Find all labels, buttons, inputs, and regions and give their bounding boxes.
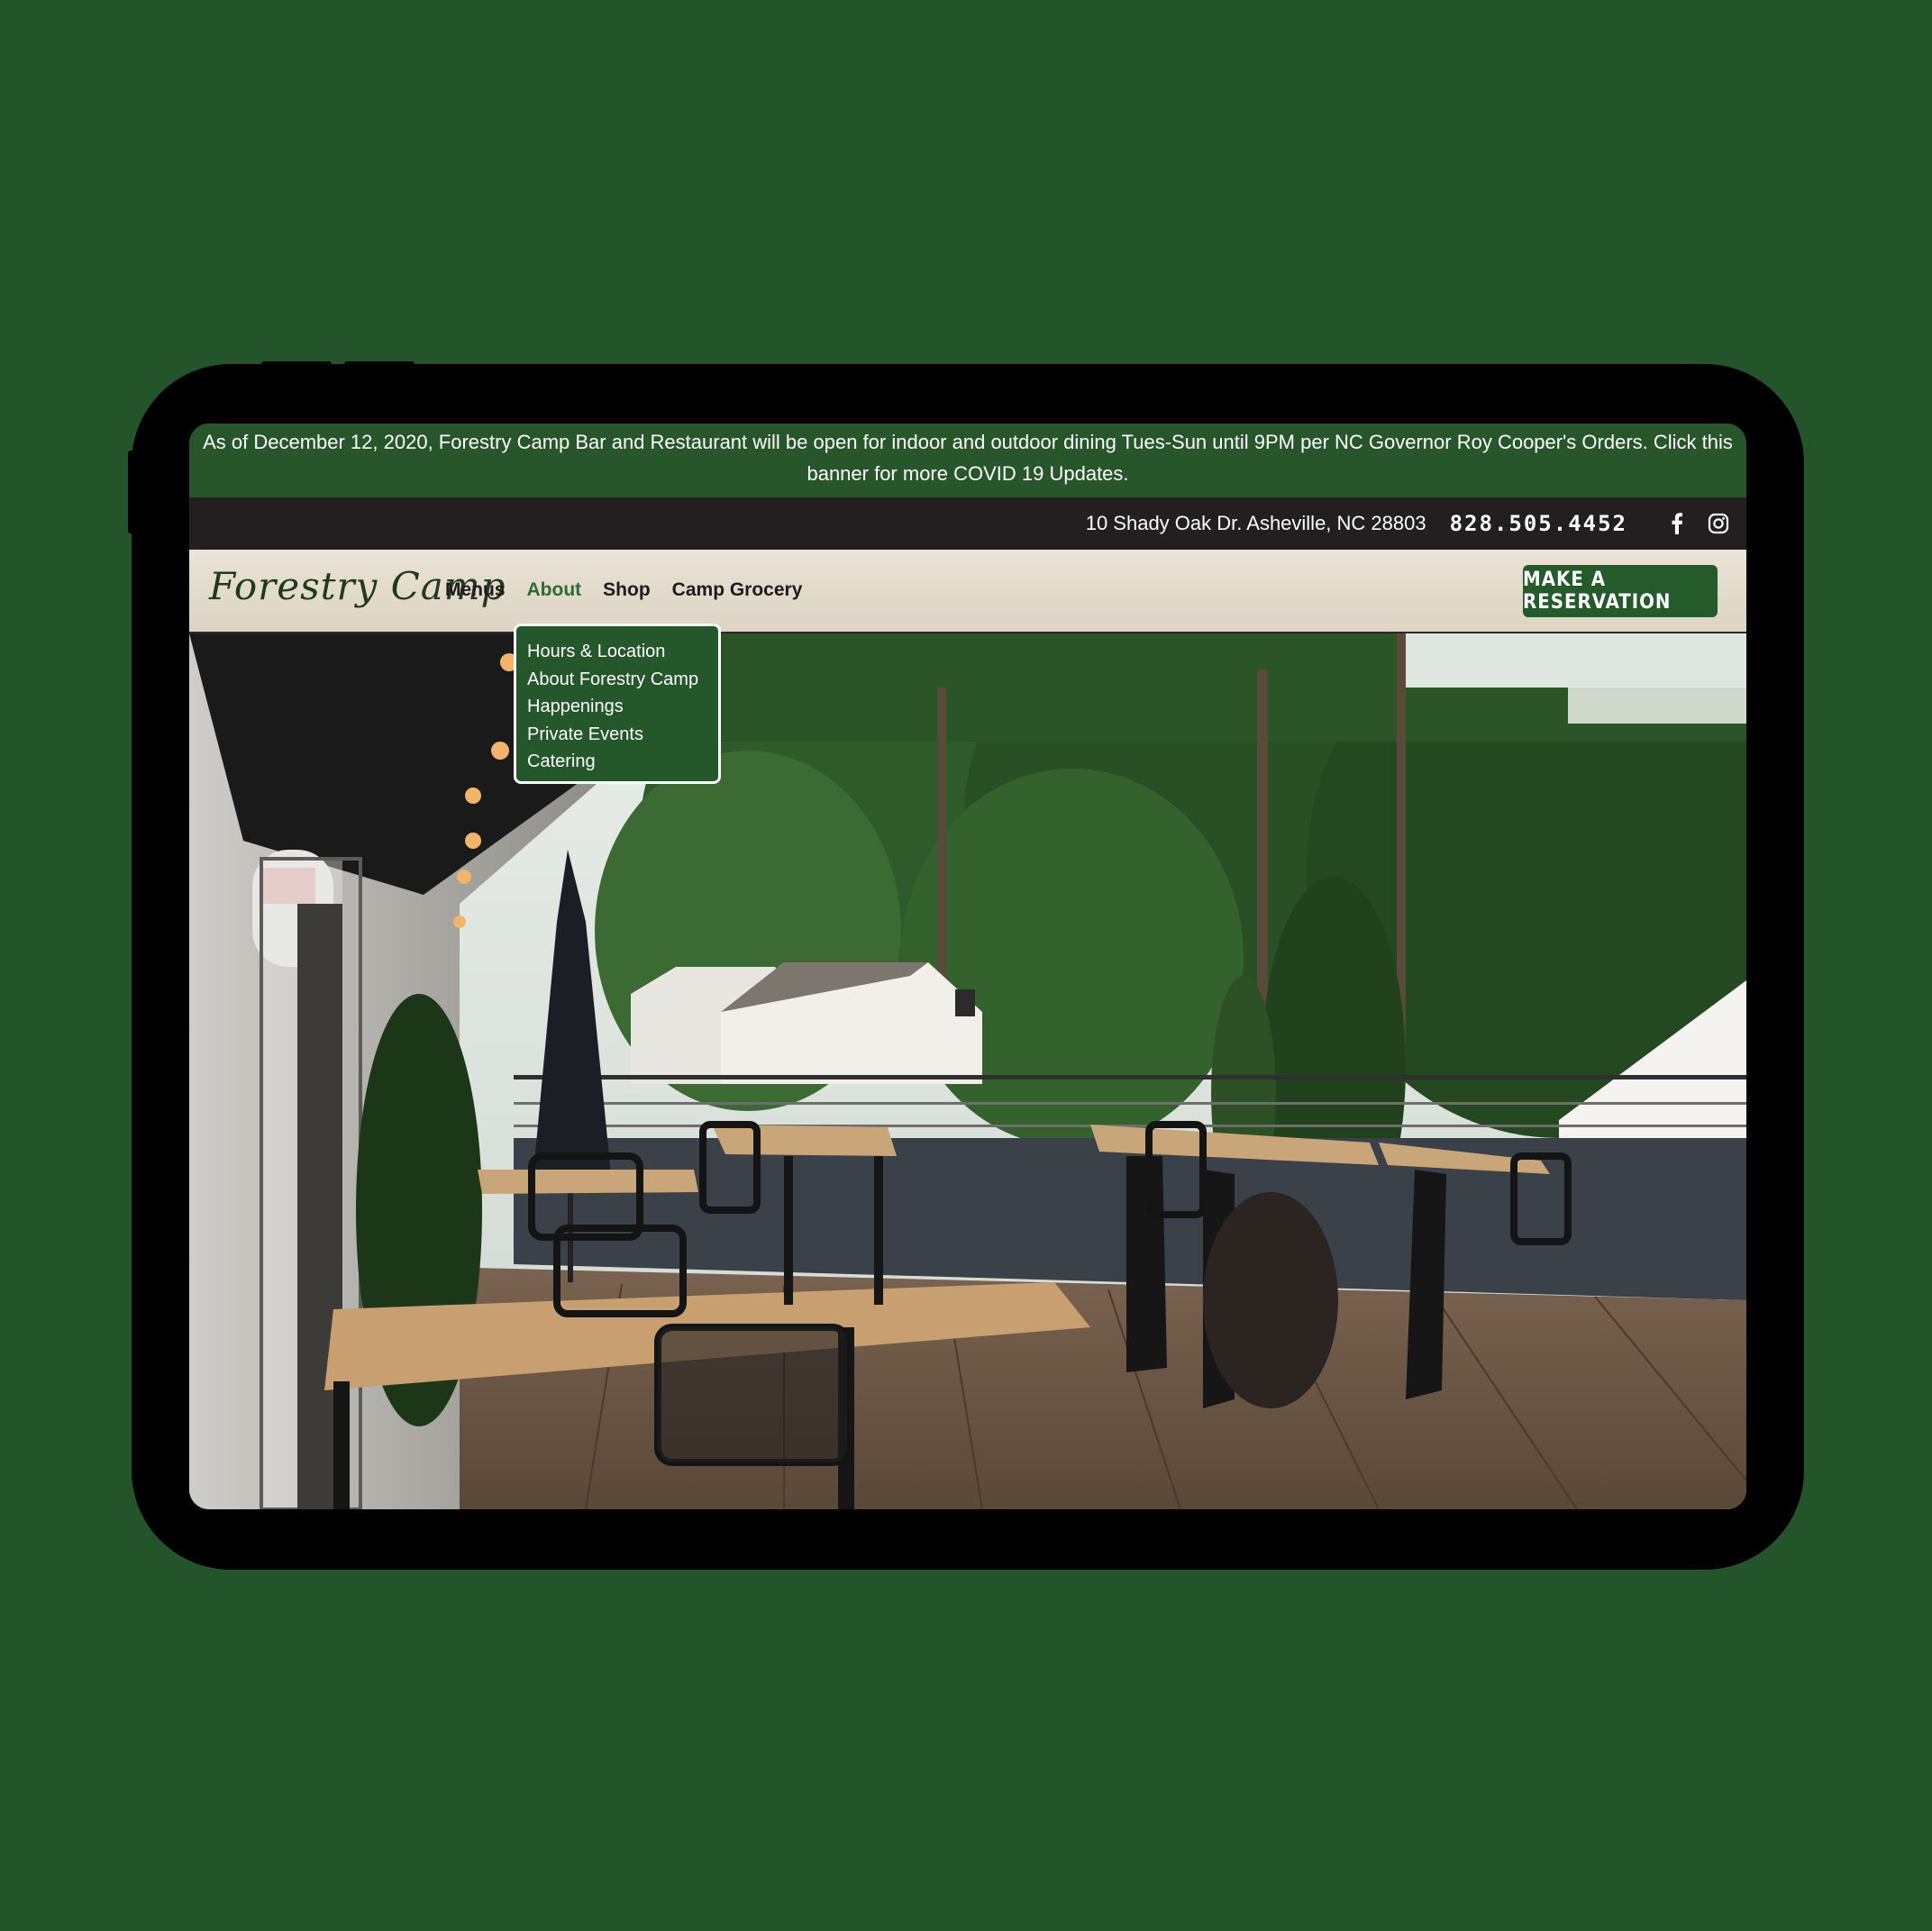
about-dropdown-menu: Hours & Location About Forestry Camp Hap…: [514, 624, 721, 784]
contact-topbar: 10 Shady Oak Dr. Asheville, NC 28803 828…: [189, 497, 1746, 550]
facebook-icon[interactable]: [1665, 512, 1689, 535]
hero-image: [189, 633, 1746, 1509]
dropdown-item-hours-location[interactable]: Hours & Location: [527, 638, 718, 666]
covid-banner[interactable]: As of December 12, 2020, Forestry Camp B…: [189, 424, 1746, 497]
dropdown-item-catering[interactable]: Catering: [527, 748, 718, 776]
dropdown-item-happenings[interactable]: Happenings: [527, 693, 718, 721]
dropdown-item-private-events[interactable]: Private Events: [527, 721, 718, 749]
main-navbar: Forestry Camp Menus About Shop Camp Groc…: [189, 550, 1746, 633]
phone-link[interactable]: 828.505.4452: [1450, 511, 1627, 536]
nav-item-camp-grocery[interactable]: Camp Grocery: [672, 579, 803, 601]
browser-viewport: As of December 12, 2020, Forestry Camp B…: [189, 424, 1746, 1509]
tablet-top-button-2: [344, 361, 415, 369]
covid-banner-text: As of December 12, 2020, Forestry Camp B…: [203, 431, 1733, 485]
address-text: 10 Shady Oak Dr. Asheville, NC 28803: [1085, 512, 1426, 534]
nav-menu: Menus About Shop Camp Grocery: [445, 579, 824, 601]
make-reservation-button[interactable]: MAKE A RESERVATION: [1523, 565, 1718, 617]
instagram-icon[interactable]: [1707, 512, 1730, 535]
nav-item-about[interactable]: About: [527, 579, 582, 601]
dropdown-item-about-forestry-camp[interactable]: About Forestry Camp: [527, 666, 718, 694]
nav-item-shop[interactable]: Shop: [603, 579, 651, 601]
tablet-side-button: [128, 451, 135, 533]
nav-item-menus[interactable]: Menus: [445, 579, 506, 601]
tablet-top-button: [261, 361, 332, 369]
